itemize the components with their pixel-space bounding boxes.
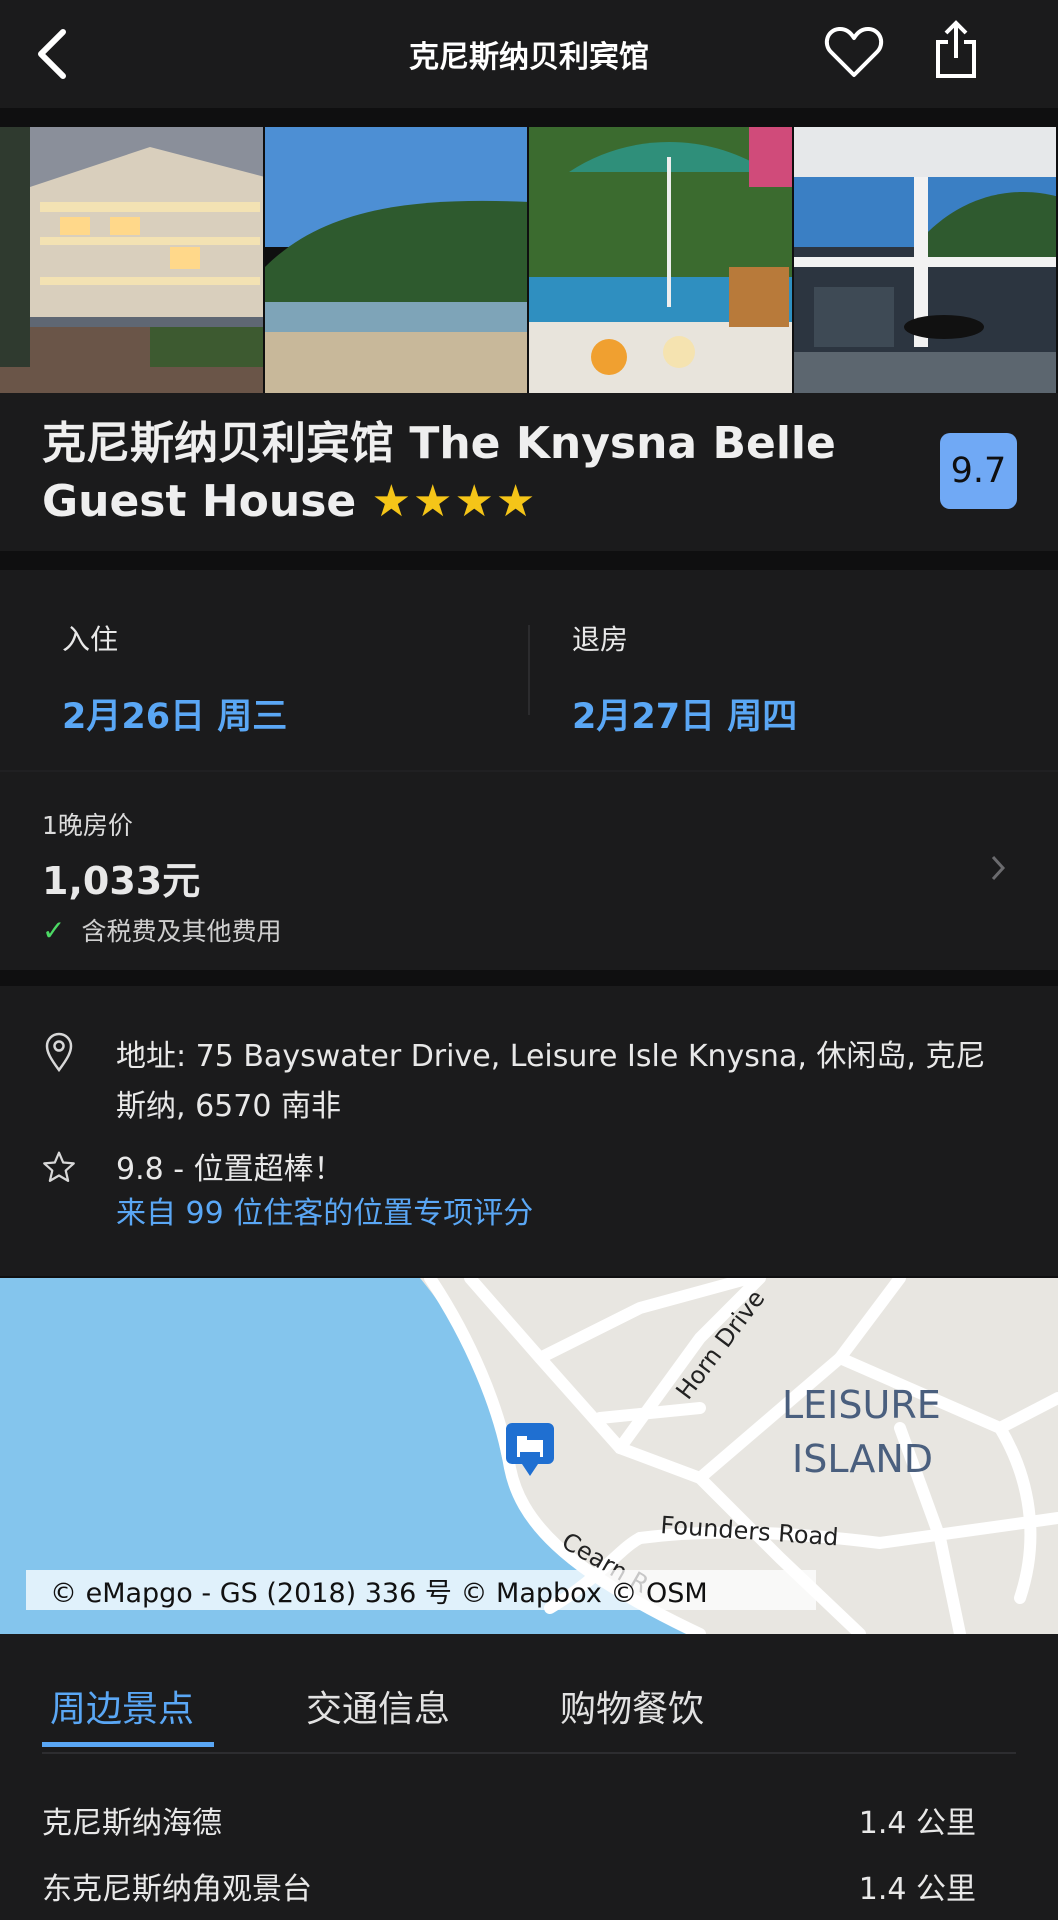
chevron-left-icon [38,29,66,79]
nearby-section: 周边景点 交通信息 购物餐饮 克尼斯纳海德 1.4 公里 东克尼斯纳角观景台 1… [0,1634,1058,1920]
location-info: 地址: 75 Bayswater Drive, Leisure Isle Kny… [0,986,1058,1276]
price-value: 1,033元 [42,859,201,903]
share-icon [936,20,976,78]
star-rating: ★★★★ [371,476,538,527]
checkin-value: 2月26日 周三 [62,697,288,737]
photo-veranda[interactable] [793,127,1058,393]
price-note: ✓ 含税费及其他费用 [42,912,281,948]
date-selector: 入住 2月26日 周三 退房 2月27日 周四 [0,570,1058,770]
poi-distance: 1.4 公里 [858,1806,976,1841]
tab-transport[interactable]: 交通信息 [306,1680,450,1732]
price-row[interactable]: 1晚房价 1,033元 ✓ 含税费及其他费用 [0,770,1058,970]
map-label-island: LEISURE [782,1383,941,1427]
active-tab-indicator [42,1742,214,1747]
photo-breakfast-pool[interactable] [529,127,794,393]
checkin-date[interactable]: 入住 2月26日 周三 [62,618,287,739]
price-note-text: 含税费及其他费用 [81,917,282,946]
location-score: 9.8 - 位置超棒！ 来自 99 位住客的位置专项评分 [116,1148,996,1236]
photo-lagoon[interactable] [264,127,529,393]
top-bar: 克尼斯纳贝利宾馆 [0,0,1058,108]
location-pin-icon [42,1032,76,1132]
poi-distance: 1.4 公里 [858,1872,976,1907]
poi-name: 克尼斯纳海德 [42,1806,222,1841]
heart-icon [824,26,884,77]
tab-attractions[interactable]: 周边景点 [50,1680,194,1732]
map-label-island2: ISLAND [792,1437,933,1481]
map-attribution[interactable]: © eMapgo - GS (2018) 336 号 © Mapbox © OS… [26,1570,816,1610]
checkout-label: 退房 [572,623,629,656]
location-score-row: 9.8 - 位置超棒！ 来自 99 位住客的位置专项评分 [42,1148,996,1236]
checkin-label: 入住 [62,623,119,656]
address-row: 地址: 75 Bayswater Drive, Leisure Isle Kny… [42,1032,996,1132]
location-score-text: 9.8 - 位置超棒！ [116,1152,344,1187]
checkout-value: 2月27日 周四 [572,697,798,737]
location-review-link[interactable]: 来自 99 位住客的位置专项评分 [116,1192,996,1236]
divider [528,625,530,715]
price-label: 1晚房价 [42,811,133,840]
photo-house-exterior[interactable] [0,127,265,393]
check-icon: ✓ [42,913,66,947]
hotel-header: 克尼斯纳贝利宾馆 The Knysna Belle Guest House ★★… [0,393,1058,551]
hotel-name: 克尼斯纳贝利宾馆 The Knysna Belle Guest House ★★… [42,415,892,531]
share-button[interactable] [922,14,990,86]
photo-gallery[interactable] [0,127,1058,393]
nearby-tabs: 周边景点 交通信息 购物餐饮 [42,1634,1016,1754]
tab-shopping-dining[interactable]: 购物餐饮 [560,1680,704,1732]
checkout-date[interactable]: 退房 2月27日 周四 [572,618,797,739]
favorite-button[interactable] [820,20,888,84]
map-view[interactable]: Horn Drive LEISURE ISLAND Founders Road … [0,1278,1058,1634]
back-button[interactable] [22,24,82,84]
chevron-right-icon [991,855,1006,881]
address-text: 地址: 75 Bayswater Drive, Leisure Isle Kny… [116,1039,986,1124]
list-item[interactable]: 东克尼斯纳角观景台 1.4 公里 [42,1864,976,1908]
review-score-badge[interactable]: 9.7 [940,433,1017,509]
star-outline-icon [42,1148,76,1236]
page-title: 克尼斯纳贝利宾馆 [409,40,649,75]
list-item[interactable]: 克尼斯纳海德 1.4 公里 [42,1798,976,1842]
poi-name: 东克尼斯纳角观景台 [42,1872,312,1907]
